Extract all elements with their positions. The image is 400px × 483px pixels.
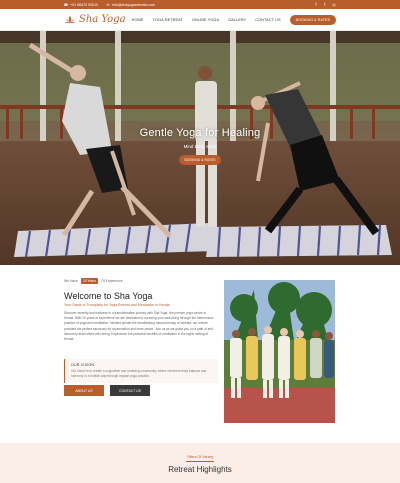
contact-us-button[interactable]: CONTACT US (110, 385, 150, 396)
instagram-icon[interactable]: ◎ (332, 2, 336, 7)
top-contact-bar: ☎ +91 98470 00010 ✉ info@shayogaretreats… (0, 0, 400, 9)
about-us-button[interactable]: ABOUT US (64, 385, 104, 396)
mail-icon: ✉ (106, 2, 110, 7)
main-nav: HOME YOGA RETREAT ONLINE YOGA GALLERY CO… (132, 14, 336, 25)
about-title: Welcome to Sha Yoga (64, 291, 153, 301)
site-logo[interactable]: Sha Yoga (64, 14, 126, 26)
phone-contact[interactable]: ☎ +91 98470 00010 (64, 3, 98, 7)
vision-box: OUR VISION Our vision is to create a sup… (64, 359, 218, 383)
highlights-divider (186, 461, 214, 462)
phone-icon: ☎ (63, 2, 69, 7)
meta-suffix: Of Experience (101, 279, 123, 283)
email-address: info@shayogaretreats.com (112, 2, 156, 7)
highlights-title: Retreat Highlights (168, 465, 232, 474)
site-header: Sha Yoga HOME YOGA RETREAT ONLINE YOGA G… (0, 9, 400, 31)
social-links: f t ◎ (314, 2, 336, 7)
retreat-highlights-section: Offers Of Variety Retreat Highlights (0, 443, 400, 483)
logo-text: Sha Yoga (79, 14, 126, 25)
experience-meta: We Have 20 Years Of Experience (64, 278, 123, 284)
about-buttons: ABOUT US CONTACT US (64, 385, 150, 396)
hero-title: Gentle Yoga for Healing (139, 127, 261, 139)
nav-home[interactable]: HOME (132, 18, 144, 22)
hero-subtitle: Mind Body Spirit (183, 144, 217, 149)
about-paragraph: Discover serenity and wellness in a tran… (64, 311, 214, 342)
years-badge: 20 Years (80, 278, 99, 284)
email-contact[interactable]: ✉ info@shayogaretreats.com (106, 2, 156, 7)
phone-number: +91 98470 00010 (70, 2, 99, 7)
about-section: We Have 20 Years Of Experience Welcome t… (0, 265, 400, 443)
nav-online-yoga[interactable]: ONLINE YOGA (192, 18, 219, 22)
nav-contact-us[interactable]: CONTACT US (255, 18, 280, 22)
twitter-icon[interactable]: t (323, 2, 327, 7)
meta-prefix: We Have (64, 279, 78, 283)
hero-banner: Gentle Yoga for Healing Mind Body Spirit… (0, 31, 400, 265)
header-booking-button[interactable]: BOOKING & RATES (289, 14, 336, 25)
vision-text: Our vision is to create a supportive and… (71, 369, 207, 378)
about-tagline: Your Oasis of Tranquility for Yoga Retre… (64, 303, 170, 307)
contact-info: ☎ +91 98470 00010 ✉ info@shayogaretreats… (64, 3, 155, 7)
facebook-icon[interactable]: f (314, 2, 318, 7)
group-photo (224, 280, 335, 423)
vision-title: OUR VISION (71, 363, 95, 367)
hero-booking-button[interactable]: BOOKING & RATES (179, 155, 221, 165)
nav-gallery[interactable]: GALLERY (228, 18, 246, 22)
nav-yoga-retreat[interactable]: YOGA RETREAT (152, 18, 182, 22)
highlights-label: Offers Of Variety (186, 455, 214, 459)
lotus-logo-icon (65, 15, 75, 23)
